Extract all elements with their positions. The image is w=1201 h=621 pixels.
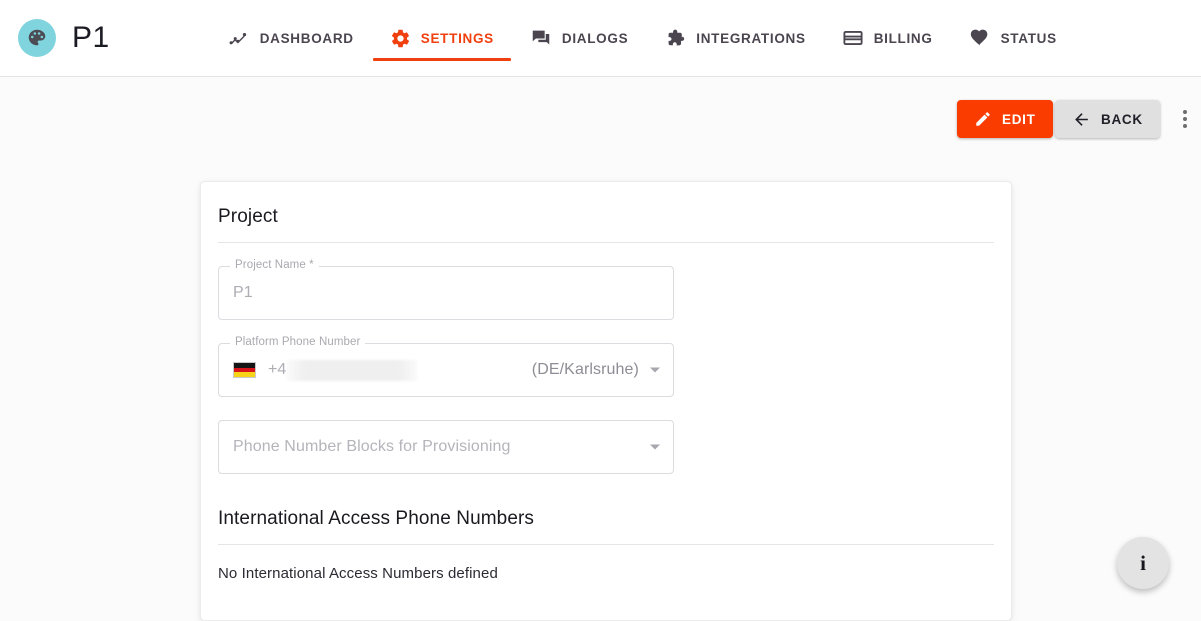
nav-item-billing[interactable]: BILLING [824,0,951,77]
back-button-label: BACK [1101,111,1143,127]
fab-label: i [1140,550,1146,575]
phone-number-blocks-placeholder: Phone Number Blocks for Provisioning [233,438,511,455]
section-divider [218,544,994,545]
brand[interactable]: P1 [0,19,110,57]
nav-item-label: SETTINGS [420,30,494,46]
page-title: P1 [72,21,110,54]
phone-region-value: (DE/Karlsruhe) [531,361,639,378]
chevron-down-icon[interactable] [650,367,660,373]
flag-de-icon [233,362,256,378]
platform-phone-number-field[interactable]: Platform Phone Number +4 (DE/Karlsruhe) [218,336,674,397]
redacted-phone-number [287,359,418,381]
kebab-dot [1183,117,1187,121]
nav-item-integrations[interactable]: INTEGRATIONS [646,0,823,77]
nav-item-status[interactable]: STATUS [951,0,1075,77]
international-section-title: International Access Phone Numbers [218,508,535,529]
more-vertical-icon[interactable] [1174,106,1196,132]
kebab-dot [1183,124,1187,128]
action-bar: EDIT BACK [0,77,1201,161]
nav-item-dialogs[interactable]: DIALOGS [512,0,646,77]
gear-icon [390,28,411,49]
nav-item-label: STATUS [1000,30,1057,46]
kebab-dot [1183,110,1187,114]
edit-button-label: EDIT [1002,111,1036,127]
top-header-bar: P1 DASHBOARD SETTINGS DIALOGS INTEGRATIO… [0,0,1201,77]
nav-item-label: DIALOGS [561,30,629,46]
arrow-left-icon [1072,110,1091,129]
project-section-title: Project [218,206,278,227]
palette-icon [18,19,56,57]
line-chart-icon [228,27,250,49]
project-name-field[interactable]: Project Name * P1 [218,259,674,320]
platform-phone-number-label: Platform Phone Number [230,336,366,348]
nav-item-label: DASHBOARD [259,30,354,46]
nav-item-label: BILLING [873,30,933,46]
edit-button[interactable]: EDIT [957,100,1053,138]
nav-item-dashboard[interactable]: DASHBOARD [210,0,372,77]
nav-item-label: INTEGRATIONS [696,30,806,46]
project-name-value: P1 [233,284,253,301]
pencil-icon [974,110,992,128]
section-divider [218,242,994,243]
international-empty-message: No International Access Numbers defined [218,565,498,582]
phone-number-blocks-select[interactable]: Phone Number Blocks for Provisioning [218,420,674,474]
nav-item-settings[interactable]: SETTINGS [372,0,512,77]
heart-icon [969,27,991,49]
phone-prefix: +4 [268,361,287,378]
puzzle-piece-icon [664,27,686,49]
back-button[interactable]: BACK [1055,100,1160,138]
main-navigation: DASHBOARD SETTINGS DIALOGS INTEGRATIONS … [210,0,1075,77]
info-icon[interactable]: i [1117,537,1169,589]
chat-bubbles-icon [530,27,552,49]
credit-card-icon [842,27,864,49]
chevron-down-icon[interactable] [650,444,660,450]
project-settings-card: Project Project Name * P1 Platform Phone… [200,181,1012,621]
project-name-label: Project Name * [230,259,319,271]
